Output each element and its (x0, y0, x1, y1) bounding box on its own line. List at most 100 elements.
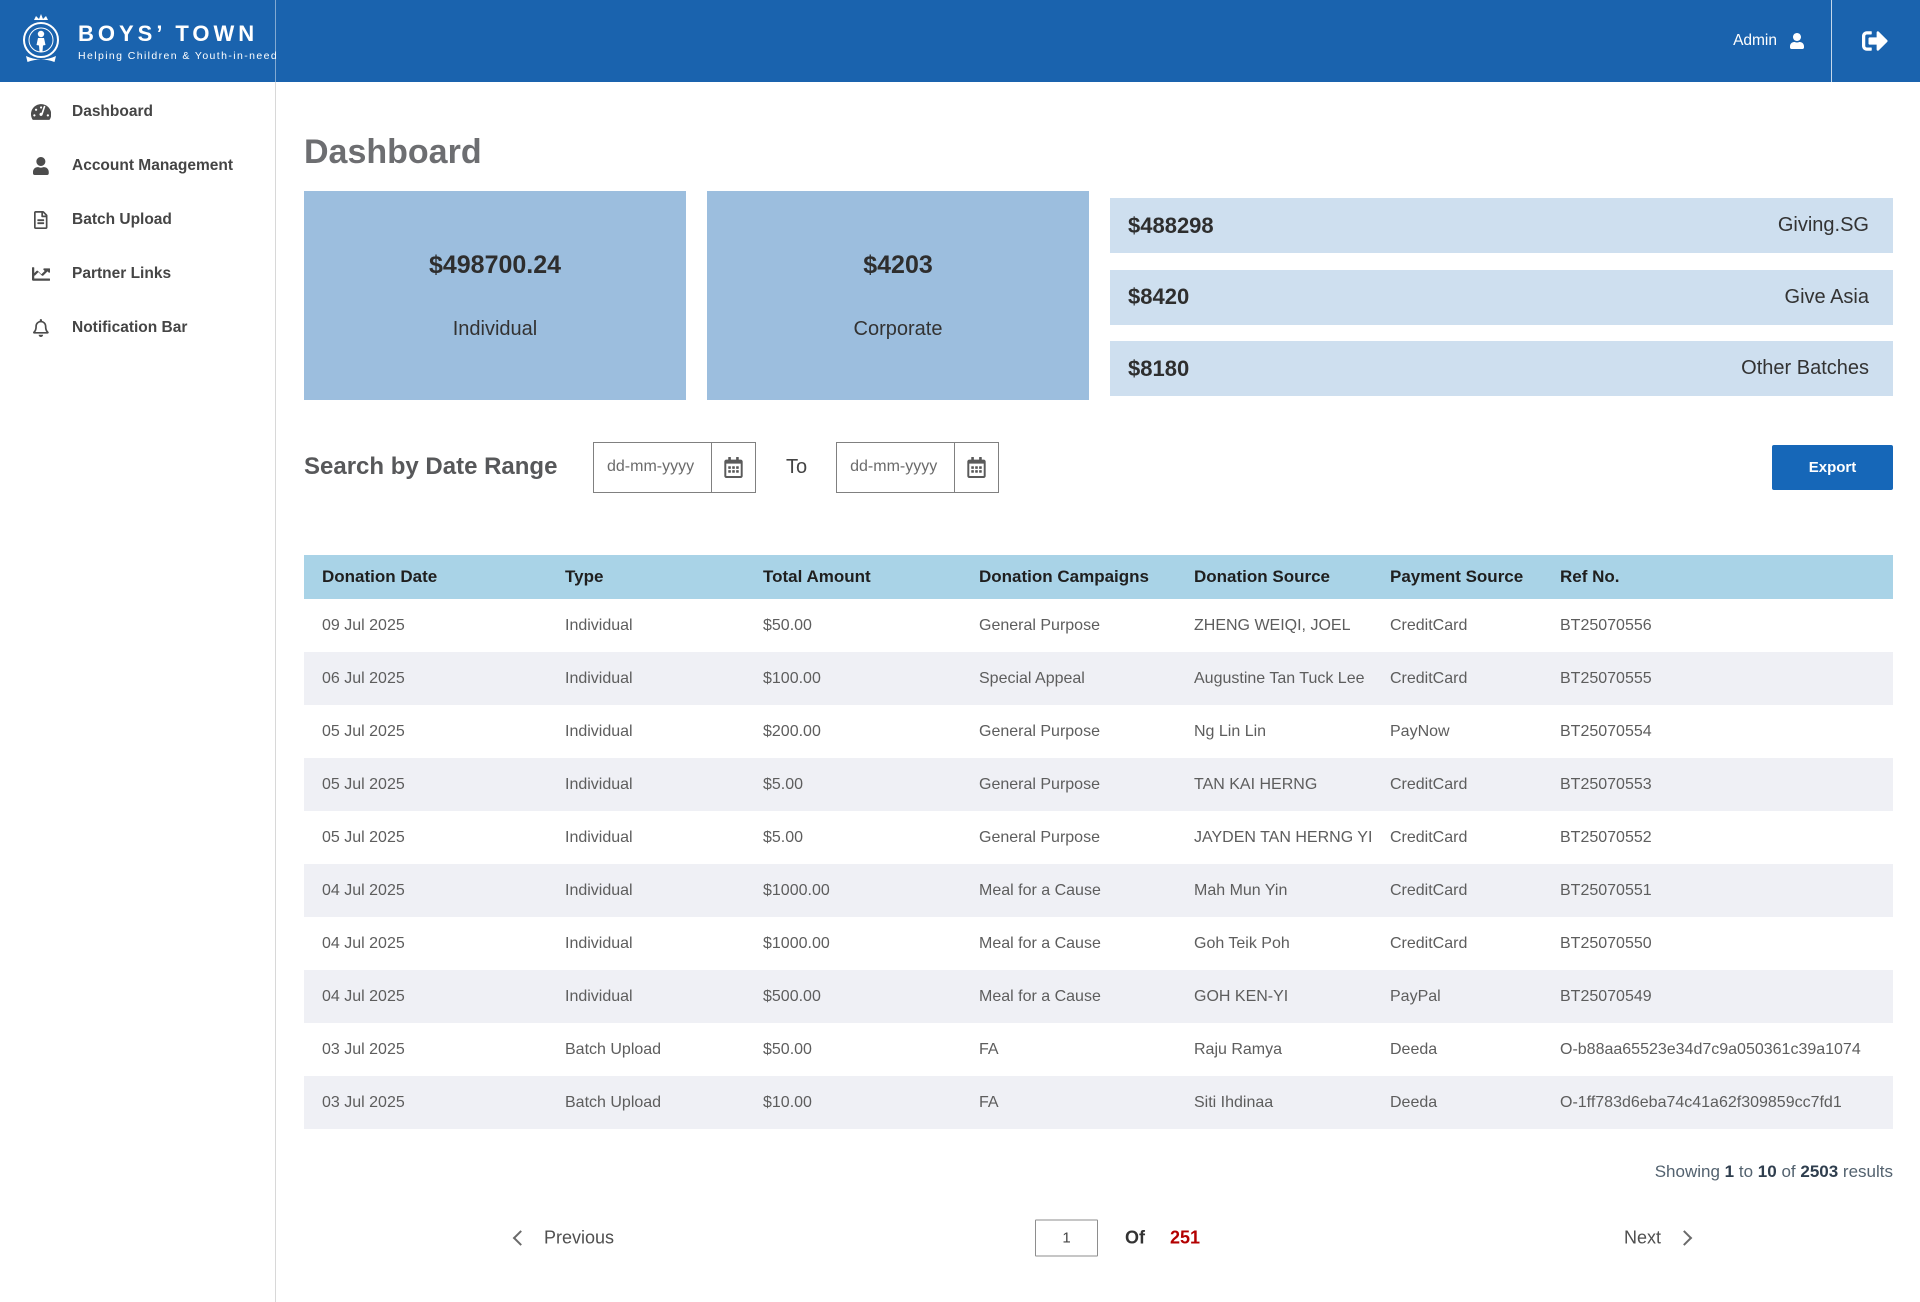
table-cell: General Purpose (979, 758, 1194, 811)
table-cell: BT25070554 (1560, 705, 1893, 758)
stat-value: $8180 (1128, 356, 1189, 382)
sidebar-item-batch-upload[interactable]: Batch Upload (0, 193, 275, 247)
date-to-field (836, 442, 999, 493)
table-cell: $500.00 (763, 970, 979, 1023)
table-cell: Individual (565, 705, 763, 758)
table-cell: JAYDEN TAN HERNG YI (1194, 811, 1390, 864)
stat-value: $8420 (1128, 284, 1189, 310)
table-cell: $200.00 (763, 705, 979, 758)
brand: BOYS’ TOWN Helping Children & Youth-in-n… (0, 0, 276, 82)
sidebar-item-notification-bar[interactable]: Notification Bar (0, 301, 275, 355)
table-cell: 04 Jul 2025 (304, 864, 565, 917)
column-header: Payment Source (1390, 555, 1560, 599)
next-label: Next (1624, 1228, 1661, 1249)
admin-menu[interactable]: Admin (1707, 0, 1831, 82)
table-cell: FA (979, 1023, 1194, 1076)
table-cell: PayPal (1390, 970, 1560, 1023)
table-cell: 04 Jul 2025 (304, 970, 565, 1023)
stat-bar-giving-sg: $488298 Giving.SG (1110, 198, 1893, 253)
summary-from: 1 (1725, 1162, 1734, 1181)
table-cell: Special Appeal (979, 652, 1194, 705)
date-from-picker-button[interactable] (711, 443, 755, 492)
sidebar-item-account-management[interactable]: Account Management (0, 139, 275, 193)
of-label: Of (1125, 1228, 1145, 1249)
sidebar-item-dashboard[interactable]: Dashboard (0, 85, 275, 139)
results-summary: Showing 1 to 10 of 2503 results (304, 1162, 1893, 1182)
date-from-input[interactable] (594, 443, 711, 492)
table-cell: BT25070555 (1560, 652, 1893, 705)
table-cell: CreditCard (1390, 758, 1560, 811)
previous-page-button[interactable]: Previous (515, 1228, 614, 1249)
table-cell: CreditCard (1390, 652, 1560, 705)
table-row: 05 Jul 2025Individual$200.00General Purp… (304, 705, 1893, 758)
table-cell: $1000.00 (763, 917, 979, 970)
page-indicator: Of 251 (1035, 1220, 1200, 1257)
stat-label: Giving.SG (1778, 214, 1869, 237)
table-cell: ZHENG WEIQI, JOEL (1194, 599, 1390, 652)
next-page-button[interactable]: Next (1624, 1228, 1690, 1249)
table-cell: Individual (565, 970, 763, 1023)
file-icon (30, 211, 52, 229)
table-cell: 05 Jul 2025 (304, 705, 565, 758)
table-body: 09 Jul 2025Individual$50.00General Purpo… (304, 599, 1893, 1129)
export-button[interactable]: Export (1772, 445, 1893, 490)
table-cell: Siti Ihdinaa (1194, 1076, 1390, 1129)
table-cell: BT25070552 (1560, 811, 1893, 864)
date-from-field (593, 442, 756, 493)
table-cell: Ng Lin Lin (1194, 705, 1390, 758)
page-number-input[interactable] (1035, 1220, 1098, 1257)
sidebar-item-label: Notification Bar (72, 319, 187, 337)
table-row: 04 Jul 2025Individual$500.00Meal for a C… (304, 970, 1893, 1023)
stat-label: Individual (453, 318, 538, 341)
table-cell: General Purpose (979, 705, 1194, 758)
table-cell: General Purpose (979, 811, 1194, 864)
calendar-icon (723, 457, 744, 478)
stat-value: $498700.24 (429, 251, 561, 280)
summary-total: 2503 (1800, 1162, 1838, 1181)
table-cell: BT25070556 (1560, 599, 1893, 652)
stat-card-individual: $498700.24 Individual (304, 191, 686, 400)
table-cell: PayNow (1390, 705, 1560, 758)
table-cell: $5.00 (763, 811, 979, 864)
stat-label: Other Batches (1741, 357, 1869, 380)
table-cell: TAN KAI HERNG (1194, 758, 1390, 811)
table-cell: 03 Jul 2025 (304, 1023, 565, 1076)
admin-label: Admin (1733, 32, 1777, 50)
stat-label: Corporate (854, 318, 943, 341)
sidebar-item-partner-links[interactable]: Partner Links (0, 247, 275, 301)
table-cell: Deeda (1390, 1023, 1560, 1076)
table-cell: GOH KEN-YI (1194, 970, 1390, 1023)
table-row: 03 Jul 2025Batch Upload$10.00FASiti Ihdi… (304, 1076, 1893, 1129)
stats-row: $498700.24 Individual $4203 Corporate $4… (304, 191, 1893, 400)
column-header: Ref No. (1560, 555, 1893, 599)
page-title: Dashboard (304, 132, 1893, 172)
table-cell: Batch Upload (565, 1076, 763, 1129)
sidebar-item-label: Dashboard (72, 103, 153, 121)
sidebar-item-label: Batch Upload (72, 211, 172, 229)
table-row: 03 Jul 2025Batch Upload$50.00FARaju Ramy… (304, 1023, 1893, 1076)
main-content: Dashboard $498700.24 Individual $4203 Co… (276, 82, 1920, 1302)
summary-text: results (1843, 1162, 1893, 1181)
total-pages: 251 (1170, 1228, 1200, 1249)
boys-town-logo-icon (14, 12, 68, 70)
table-cell: BT25070550 (1560, 917, 1893, 970)
table-cell: CreditCard (1390, 811, 1560, 864)
table-cell: Meal for a Cause (979, 864, 1194, 917)
stat-bar-give-asia: $8420 Give Asia (1110, 270, 1893, 325)
table-cell: $5.00 (763, 758, 979, 811)
table-cell: Individual (565, 917, 763, 970)
date-to-input[interactable] (837, 443, 954, 492)
search-label: Search by Date Range (304, 453, 593, 481)
table-cell: FA (979, 1076, 1194, 1129)
calendar-icon (966, 457, 987, 478)
logout-button[interactable] (1832, 0, 1920, 82)
table-cell: Individual (565, 864, 763, 917)
stat-value: $4203 (863, 251, 933, 280)
chart-line-icon (30, 265, 52, 283)
date-to-picker-button[interactable] (954, 443, 998, 492)
column-header: Donation Source (1194, 555, 1390, 599)
sign-out-icon (1860, 28, 1890, 54)
summary-to: 10 (1758, 1162, 1777, 1181)
gauge-icon (30, 103, 52, 121)
pagination: Previous Of 251 Next (304, 1215, 1893, 1261)
